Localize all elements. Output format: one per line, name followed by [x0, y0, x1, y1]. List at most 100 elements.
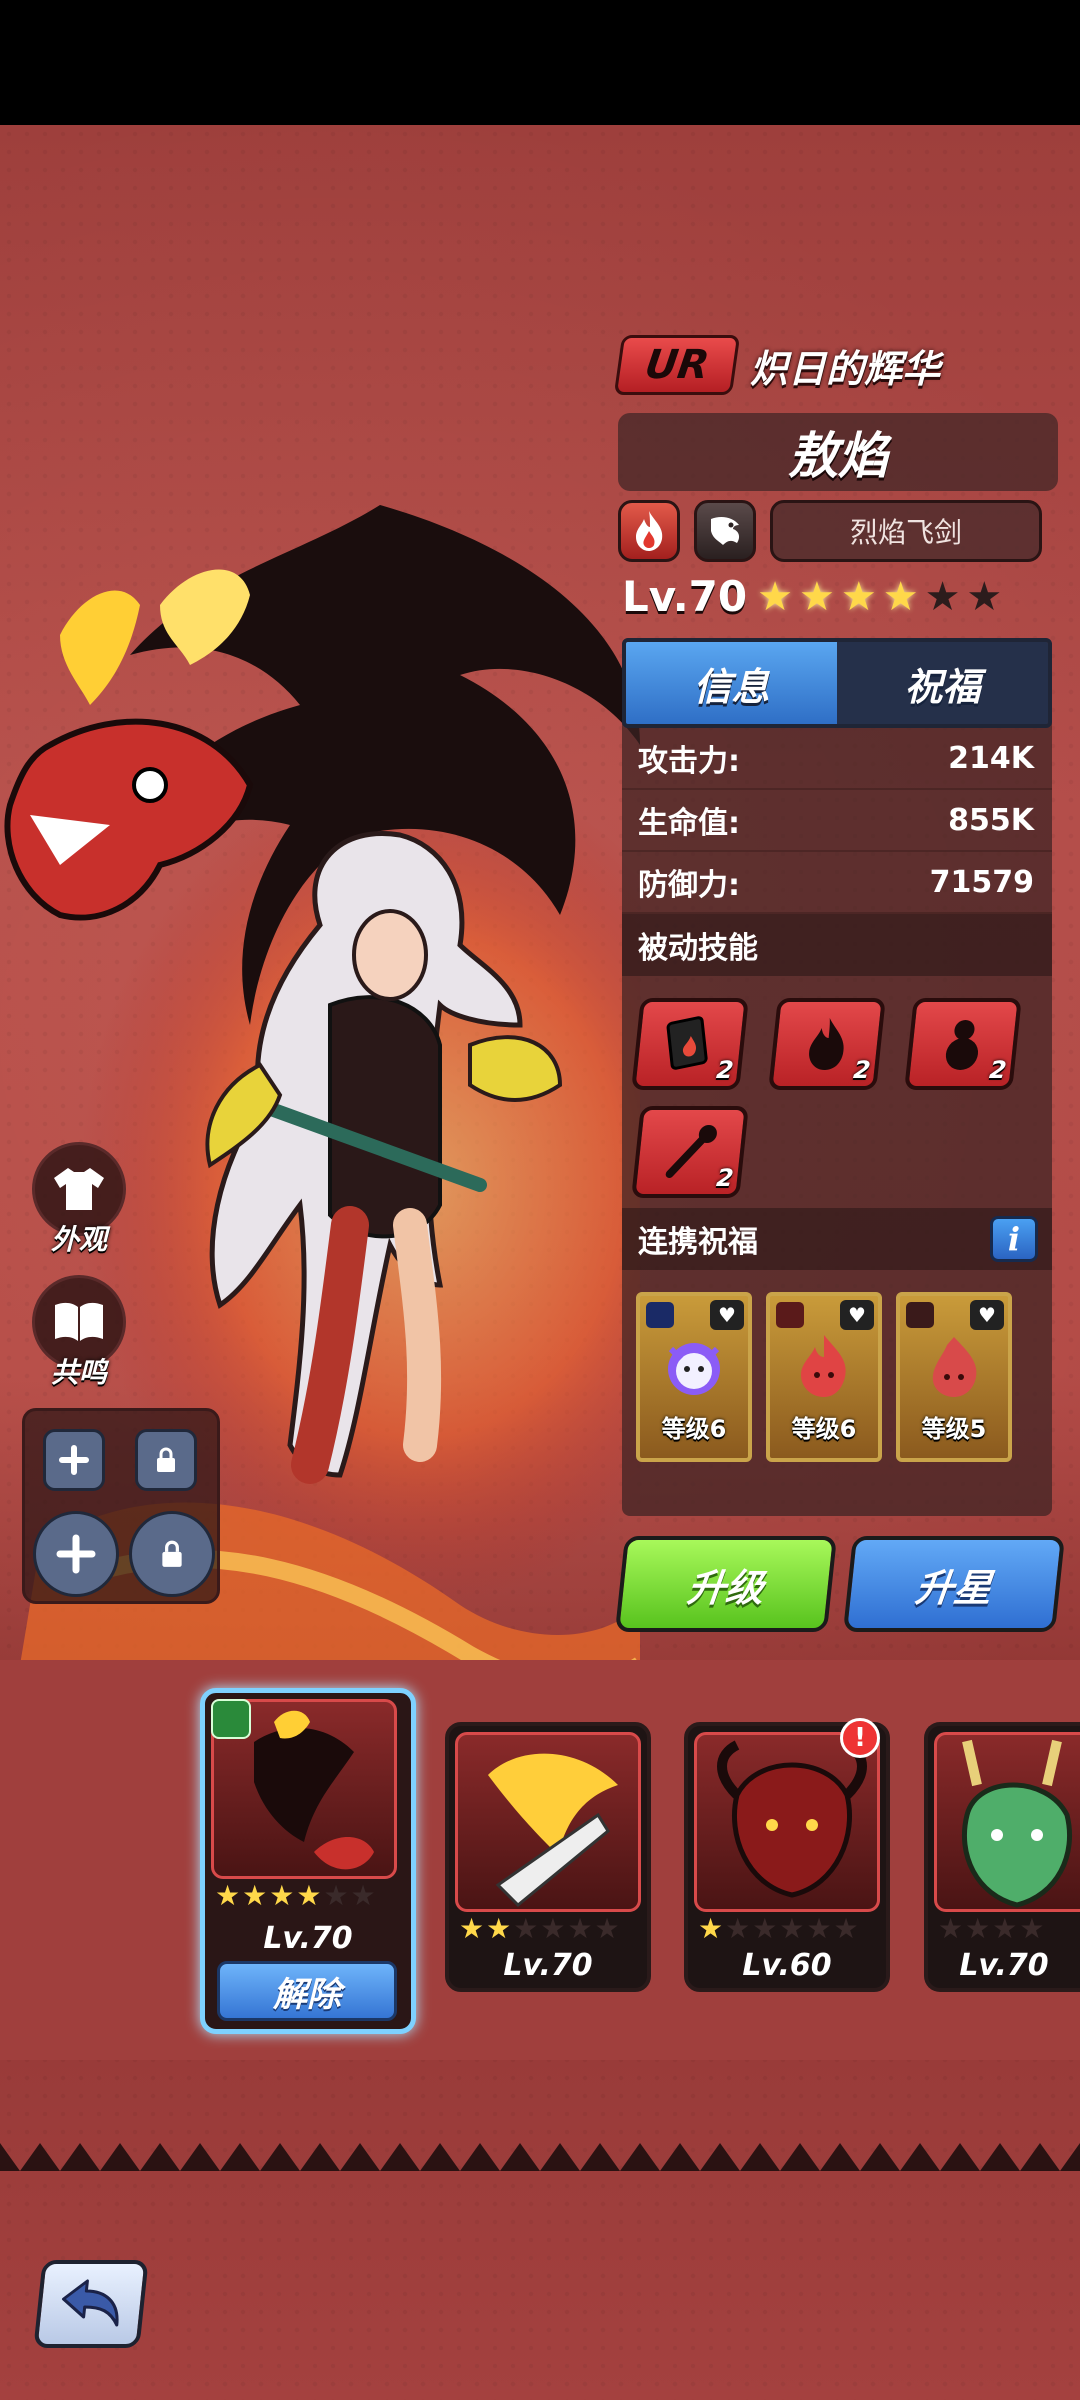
locked-slot-small[interactable]	[135, 1429, 197, 1491]
hero-name: 敖焰	[618, 413, 1058, 491]
star-filled-icon: ★	[757, 573, 793, 620]
locked-slot-large[interactable]	[129, 1511, 215, 1597]
alert-badge: !	[840, 1718, 880, 1758]
roster-card-selected[interactable]: ★ ★ ★ ★ ★ ★ Lv.70 解除	[200, 1688, 416, 2034]
tab-info[interactable]: 信息	[626, 642, 837, 724]
star-empty-icon: ★	[752, 1912, 778, 1945]
section-title: 连携祝福	[638, 1225, 758, 1260]
star-filled-icon: ★	[698, 1912, 724, 1945]
star-empty-icon: ★	[806, 1912, 832, 1945]
card-stars: ★ ★ ★ ★	[938, 1912, 1044, 1945]
star-filled-icon: ★	[882, 573, 919, 620]
dragon-class-icon[interactable]	[694, 500, 756, 562]
staff-icon[interactable]: 2	[631, 1106, 749, 1198]
card-level: Lv.70	[263, 1921, 353, 1956]
star-empty-icon: ★	[965, 1912, 991, 1945]
stat-label: 防御力:	[638, 868, 740, 903]
tab-blessing[interactable]: 祝福	[837, 642, 1048, 724]
card-portrait	[455, 1732, 641, 1912]
tab-bar: 信息 祝福	[622, 638, 1052, 728]
hero-stars: ★ ★ ★ ★ ★ ★	[757, 577, 1002, 617]
link-blessing-header: 连携祝福 i	[622, 1208, 1052, 1270]
level-row: Lv.70 ★ ★ ★ ★ ★ ★	[622, 572, 1002, 621]
gourd-icon[interactable]: 2	[904, 998, 1023, 1090]
stat-label: 生命值:	[638, 806, 740, 841]
element-row: 烈焰飞剑	[618, 500, 1042, 562]
star-filled-icon: ★	[798, 573, 835, 620]
star-empty-icon: ★	[833, 1912, 859, 1945]
section-title: 被动技能	[638, 931, 758, 966]
back-button[interactable]	[33, 2260, 149, 2348]
star-empty-icon: ★	[323, 1879, 349, 1912]
weapon-name[interactable]: 烈焰飞剑	[770, 500, 1042, 562]
star-empty-icon: ★	[924, 573, 961, 620]
star-empty-icon: ★	[350, 1879, 376, 1912]
heart-icon: ♥	[710, 1300, 744, 1330]
flame-icon[interactable]: 2	[767, 998, 886, 1090]
hero-title-row: UR 炽日的辉华	[613, 335, 941, 395]
star-empty-icon: ★	[992, 1912, 1018, 1945]
star-filled-icon: ★	[269, 1879, 295, 1912]
roster-card[interactable]: ★ ★ ★ ★ ★ ★ Lv.70	[445, 1722, 651, 1992]
skill-count: 2	[988, 1056, 1009, 1084]
blessing-type-icon	[776, 1302, 804, 1328]
fire-spirit-icon	[801, 1335, 846, 1397]
fire-element-icon[interactable]	[618, 500, 680, 562]
card-level: Lv.70	[503, 1948, 593, 1983]
rarity-badge: UR	[613, 335, 741, 395]
stat-attack: 攻击力: 214K	[622, 728, 1052, 790]
game-stage: UR 炽日的辉华 敖焰 烈焰飞剑 Lv.70 ★ ★ ★ ★ ★ ★ 信息 祝福 攻击力:…	[0, 125, 1080, 2400]
star-empty-icon: ★	[938, 1912, 964, 1945]
skill-count: 2	[851, 1056, 872, 1084]
passive-skills-header: 被动技能	[622, 914, 1052, 976]
card-level: Lv.70	[959, 1948, 1049, 1983]
star-empty-icon: ★	[567, 1912, 593, 1945]
resonance-label: 共鸣	[50, 1356, 107, 1389]
lock-icon	[157, 1447, 175, 1472]
add-slot-large[interactable]	[33, 1511, 119, 1597]
star-empty-icon: ★	[513, 1912, 539, 1945]
card-stars: ★ ★ ★ ★ ★ ★	[215, 1879, 376, 1912]
star-filled-icon: ★	[242, 1879, 268, 1912]
roster-card[interactable]: ! ★ ★ ★ ★ ★ ★ Lv.60	[684, 1718, 890, 1992]
stat-defense: 防御力: 71579	[622, 852, 1052, 914]
star-empty-icon: ★	[540, 1912, 566, 1945]
plus-icon	[56, 1534, 96, 1574]
card-stars: ★ ★ ★ ★ ★ ★	[698, 1912, 859, 1945]
blessing-card[interactable]: ♥ 等级6	[636, 1292, 752, 1462]
add-slot-small[interactable]	[43, 1429, 105, 1491]
star-filled-icon: ★	[486, 1912, 512, 1945]
blessing-card[interactable]: ♥ 等级5	[896, 1292, 1012, 1462]
card-fire-icon[interactable]: 2	[631, 998, 749, 1090]
appearance-label: 外观	[50, 1223, 107, 1256]
blessing-type-icon	[906, 1302, 934, 1328]
blessing-card[interactable]: ♥ 等级6	[766, 1292, 882, 1462]
resonance-button[interactable]: 共鸣	[32, 1275, 126, 1391]
upgrade-button[interactable]: 升级	[614, 1536, 838, 1632]
team-badge-icon	[211, 1699, 251, 1739]
roster-card[interactable]: ★ ★ ★ ★ Lv.70	[924, 1722, 1080, 1992]
star-filled-icon: ★	[296, 1879, 322, 1912]
stat-value: 214K	[948, 740, 1034, 776]
release-button[interactable]: 解除	[217, 1961, 397, 2021]
plus-icon	[59, 1445, 89, 1475]
star-empty-icon: ★	[966, 573, 1003, 620]
equipment-slots	[22, 1408, 220, 1604]
info-panel: 信息 祝福 攻击力: 214K 生命值: 855K 防御力: 71579 被动技…	[622, 638, 1052, 1516]
skill-count: 2	[715, 1056, 735, 1084]
stat-hp: 生命值: 855K	[622, 790, 1052, 852]
blessing-type-icon	[646, 1302, 674, 1328]
info-button[interactable]: i	[990, 1216, 1038, 1262]
appearance-button[interactable]: 外观	[32, 1142, 126, 1258]
stat-value: 71579	[929, 864, 1034, 900]
skill-count: 2	[715, 1164, 735, 1192]
star-filled-icon: ★	[840, 573, 877, 620]
heart-icon: ♥	[840, 1300, 874, 1330]
hero-title: 炽日的辉华	[750, 346, 941, 391]
star-up-button[interactable]: 升星	[842, 1536, 1066, 1632]
heart-icon: ♥	[970, 1300, 1004, 1330]
stat-label: 攻击力:	[638, 744, 740, 779]
star-empty-icon: ★	[779, 1912, 805, 1945]
demon-face-icon	[668, 1343, 720, 1395]
blessing-level: 等级6	[791, 1415, 857, 1443]
